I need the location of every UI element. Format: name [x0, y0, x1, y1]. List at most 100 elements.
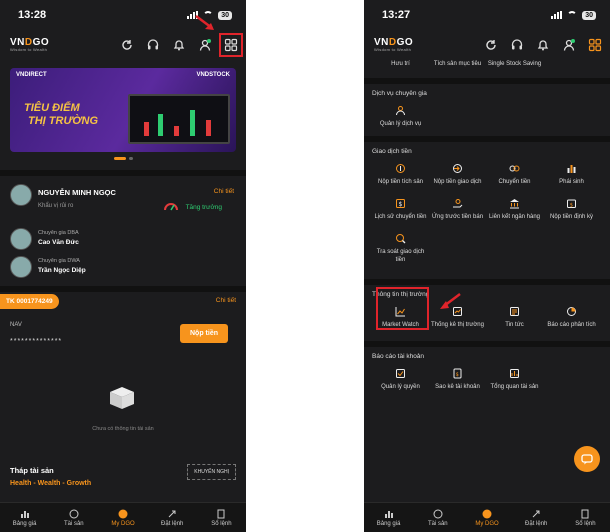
status-bar: 13:27 30 — [364, 0, 610, 30]
menu-deposit-trading[interactable]: Nộp tiền giao dịch — [429, 163, 486, 186]
bottom-nav: Bảng giá Tài sản My DGO Đặt lệnh Sổ lệnh — [0, 502, 246, 532]
nav-section: NAV ************** Nộp tiền — [0, 310, 246, 356]
nav-price-board[interactable]: Bảng giá — [364, 503, 413, 532]
profile-detail-link[interactable]: Chi tiết — [214, 188, 234, 195]
asset-tower-subtitle: Health - Wealth - Growth — [10, 480, 92, 487]
deposit-icon — [453, 164, 462, 174]
menu-service-management[interactable]: Quản lý dịch vụ — [372, 105, 429, 128]
laptop-image — [128, 94, 230, 144]
menu-account-statement[interactable]: $ Sao kê tài khoản — [429, 368, 486, 391]
bottom-nav: Bảng giá Tài sản My DGO Đặt lệnh Sổ lệnh — [364, 502, 610, 532]
user-icon[interactable] — [562, 38, 576, 52]
search-coin-icon — [396, 234, 406, 244]
section-account-reports: Báo cáo tài khoản — [372, 352, 425, 360]
signal-icon — [551, 11, 563, 19]
menu-analysis-report[interactable]: Báo cáo phân tích — [543, 306, 600, 329]
calendar-icon: $ — [567, 199, 576, 209]
coin-icon — [396, 164, 405, 174]
menu-asset-overview[interactable]: Tổng quan tài sản — [486, 368, 543, 391]
menu-transfer[interactable]: Chuyển tiền — [486, 163, 543, 186]
risk-value: Tăng trưởng — [185, 204, 222, 211]
nav-assets[interactable]: Tài sản — [413, 503, 462, 532]
user-icon[interactable] — [198, 38, 212, 52]
menu-deposit-saving[interactable]: Nộp tiền tích sản — [372, 163, 429, 186]
top-bar: VNDGO Wisdom to Wealth — [364, 30, 610, 60]
refresh-icon[interactable] — [120, 38, 134, 52]
status-time: 13:27 — [382, 9, 411, 21]
highlight-box-inquiry — [376, 287, 429, 330]
wifi-icon — [567, 11, 578, 19]
bell-icon[interactable] — [536, 38, 550, 52]
menu-bank-link[interactable]: Liên kết ngân hàng — [486, 198, 543, 221]
bell-icon[interactable] — [172, 38, 186, 52]
promo-banner[interactable]: VNDIRECT VNDSTOCK TIÊU ĐIỂM THỊ TRƯỜNG — [10, 68, 236, 152]
headset-icon[interactable] — [146, 38, 160, 52]
highlight-box-menu — [219, 33, 243, 57]
nav-assets[interactable]: Tài sản — [49, 503, 98, 532]
account-detail-link[interactable]: Chi tiết — [216, 297, 236, 304]
asset-tower-title: Tháp tài sản — [10, 466, 54, 475]
transfer-icon — [509, 165, 520, 172]
svg-text:$: $ — [399, 201, 403, 208]
nav-label: NAV — [10, 322, 22, 328]
avatar — [10, 184, 32, 206]
recommend-button[interactable]: KHUYẾN NGHỊ — [187, 464, 236, 480]
empty-state: Chưa có thông tin tài sản — [0, 356, 246, 460]
expert-avatar — [10, 228, 32, 250]
profile-card[interactable]: NGUYỄN MINH NGỌC Khẩu vị rủi ro Chi tiết… — [0, 176, 246, 286]
menu-scroll[interactable]: Hưu trí Tích sản mục tiêu Single Stock S… — [364, 60, 610, 502]
menu-rights-management[interactable]: Quản lý quyền — [372, 368, 429, 391]
nav-my-dgo[interactable]: My DGO — [98, 503, 147, 532]
menu-single-stock-saving[interactable]: Single Stock Saving — [486, 60, 543, 68]
refresh-icon[interactable] — [484, 38, 498, 52]
menu-target-saving[interactable]: Tích sản mục tiêu — [429, 60, 486, 68]
nav-order-book[interactable]: Sổ lệnh — [197, 503, 246, 532]
nav-order-book[interactable]: Sổ lệnh — [561, 503, 610, 532]
expert-dwa[interactable]: Chuyên gia DWA Trần Ngọc Diệp — [38, 258, 86, 274]
account-selector[interactable]: TK 0001774249 — [0, 294, 59, 309]
red-arrow-icon — [440, 293, 461, 309]
statement-icon: $ — [453, 368, 462, 379]
menu-periodic-deposit[interactable]: $ Nộp tiền định kỳ — [543, 198, 600, 221]
person-gear-icon — [396, 106, 405, 116]
menu-retirement[interactable]: Hưu trí — [372, 60, 429, 68]
battery-indicator: 30 — [218, 10, 232, 20]
nav-my-dgo[interactable]: My DGO — [462, 503, 511, 532]
gauge-icon — [164, 203, 178, 211]
menu-news[interactable]: Tin tức — [486, 306, 543, 329]
carousel-dots — [0, 157, 246, 160]
menu-transaction-inquiry[interactable]: Tra soát giao dịch tiền — [372, 233, 429, 264]
section-expert-services: Dịch vụ chuyên gia — [372, 90, 427, 98]
empty-box-icon — [110, 387, 134, 409]
expert-avatar — [10, 256, 32, 278]
asset-tower: Tháp tài sản Health - Wealth - Growth KH… — [0, 460, 246, 500]
status-time: 13:28 — [18, 9, 47, 21]
menu-derivatives[interactable]: Phái sinh — [543, 163, 600, 186]
expert-dba[interactable]: Chuyên gia DBA Cao Văn Đức — [38, 230, 79, 246]
menu-screen: 13:27 30 VNDGO Wisdom to Wealth Hưu trí … — [364, 0, 610, 532]
menu-transfer-history[interactable]: $ Lịch sử chuyển tiền — [372, 198, 429, 221]
risk-label: Khẩu vị rủi ro — [38, 203, 74, 209]
rights-icon — [396, 368, 405, 378]
deposit-button[interactable]: Nộp tiền — [180, 324, 228, 343]
bar-chart-icon — [567, 165, 576, 174]
history-icon: $ — [396, 199, 405, 209]
account-header: TK 0001774249 Chi tiết — [0, 294, 246, 310]
news-icon — [510, 306, 519, 316]
section-money-transactions: Giao dịch tiền — [372, 148, 412, 156]
nav-price-board[interactable]: Bảng giá — [0, 503, 49, 532]
svg-text:$: $ — [570, 203, 573, 209]
top-bar: VNDGO Wisdom to Wealth — [0, 30, 246, 60]
vndgo-logo: VNDGO Wisdom to Wealth — [374, 37, 414, 52]
chat-fab-button[interactable] — [574, 446, 600, 472]
red-arrow-icon — [195, 15, 214, 30]
battery-indicator: 30 — [582, 10, 596, 20]
headset-icon[interactable] — [510, 38, 524, 52]
chat-icon — [581, 454, 593, 465]
nav-place-order[interactable]: Đặt lệnh — [512, 503, 561, 532]
menu-grid-icon[interactable] — [588, 38, 602, 52]
home-screen: 13:28 30 VNDGO Wisdom to Wealth VNDIRECT… — [0, 0, 246, 532]
nav-place-order[interactable]: Đặt lệnh — [148, 503, 197, 532]
menu-advance-sale[interactable]: Ứng trước tiền bán — [429, 198, 486, 221]
bank-icon — [510, 199, 519, 209]
